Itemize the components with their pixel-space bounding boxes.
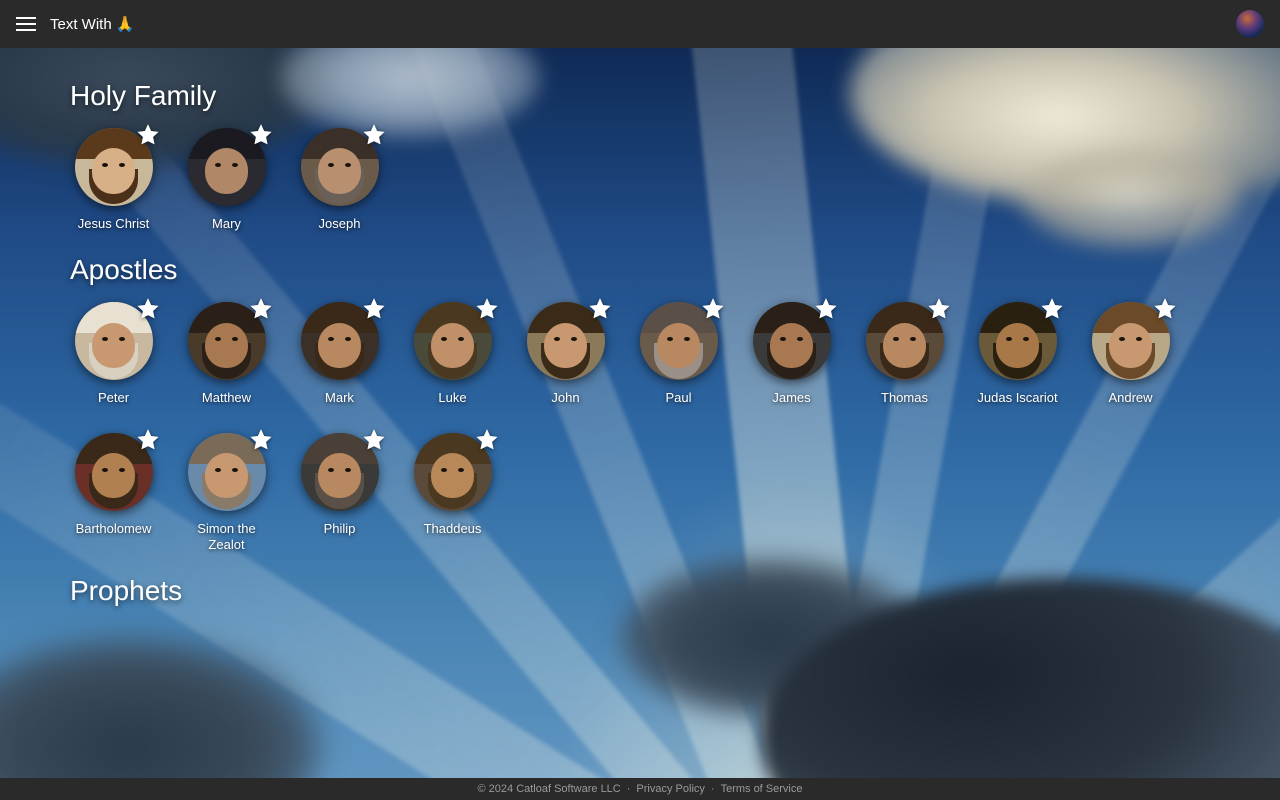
favorite-star-icon[interactable] bbox=[248, 296, 274, 322]
app-title-text: Text With bbox=[50, 16, 112, 33]
character-name: Jesus Christ bbox=[78, 216, 150, 232]
favorite-star-icon[interactable] bbox=[1039, 296, 1065, 322]
character-name: Thaddeus bbox=[424, 521, 482, 537]
favorite-star-icon[interactable] bbox=[587, 296, 613, 322]
character-card-andrew[interactable]: Andrew bbox=[1087, 302, 1174, 406]
avatar-wrap bbox=[414, 302, 492, 380]
character-name: Andrew bbox=[1108, 390, 1152, 406]
character-card-mark[interactable]: Mark bbox=[296, 302, 383, 406]
avatar-wrap bbox=[188, 128, 266, 206]
app-title: Text With 🙏 bbox=[50, 15, 134, 33]
avatar-wrap bbox=[640, 302, 718, 380]
character-name: Paul bbox=[665, 390, 691, 406]
character-name: Luke bbox=[438, 390, 466, 406]
section-title: Apostles bbox=[70, 254, 1256, 286]
section-prophets: Prophets bbox=[70, 575, 1256, 623]
favorite-star-icon[interactable] bbox=[474, 296, 500, 322]
avatar-wrap bbox=[414, 433, 492, 511]
section-title: Prophets bbox=[70, 575, 1256, 607]
avatar-wrap bbox=[188, 302, 266, 380]
character-card-jesus-christ[interactable]: Jesus Christ bbox=[70, 128, 157, 232]
avatar-wrap bbox=[753, 302, 831, 380]
favorite-star-icon[interactable] bbox=[135, 122, 161, 148]
top-bar-left: Text With 🙏 bbox=[16, 15, 134, 33]
favorite-star-icon[interactable] bbox=[700, 296, 726, 322]
character-name: Peter bbox=[98, 390, 129, 406]
character-name: Philip bbox=[324, 521, 356, 537]
character-name: James bbox=[772, 390, 810, 406]
favorite-star-icon[interactable] bbox=[813, 296, 839, 322]
character-card-joseph[interactable]: Joseph bbox=[296, 128, 383, 232]
avatar-wrap bbox=[866, 302, 944, 380]
avatar-wrap bbox=[75, 433, 153, 511]
profile-avatar[interactable] bbox=[1236, 10, 1264, 38]
character-card-peter[interactable]: Peter bbox=[70, 302, 157, 406]
character-grid: Jesus Christ Mary Joseph bbox=[70, 128, 1256, 232]
character-name: Mary bbox=[212, 216, 241, 232]
avatar-wrap bbox=[301, 128, 379, 206]
avatar-wrap bbox=[1092, 302, 1170, 380]
footer-separator: · bbox=[627, 783, 631, 795]
avatar-wrap bbox=[301, 302, 379, 380]
footer-link-terms[interactable]: Terms of Service bbox=[721, 783, 803, 795]
character-card-luke[interactable]: Luke bbox=[409, 302, 496, 406]
favorite-star-icon[interactable] bbox=[1152, 296, 1178, 322]
character-card-john[interactable]: John bbox=[522, 302, 609, 406]
avatar-wrap bbox=[527, 302, 605, 380]
favorite-star-icon[interactable] bbox=[135, 296, 161, 322]
character-name: Bartholomew bbox=[76, 521, 152, 537]
character-name: Joseph bbox=[319, 216, 361, 232]
favorite-star-icon[interactable] bbox=[135, 427, 161, 453]
section-holy-family: Holy Family Jesus Christ Mary Joseph bbox=[70, 80, 1256, 232]
main-content: Holy Family Jesus Christ Mary Joseph Apostle… bbox=[0, 48, 1280, 778]
footer-copyright: © 2024 Catloaf Software LLC bbox=[478, 783, 621, 795]
section-apostles: Apostles Peter Matthew Mark Luke John Paul Jame… bbox=[70, 254, 1256, 553]
avatar-wrap bbox=[75, 128, 153, 206]
character-name: Thomas bbox=[881, 390, 928, 406]
character-card-bartholomew[interactable]: Bartholomew bbox=[70, 433, 157, 554]
character-grid: Peter Matthew Mark Luke John Paul James Thomas J… bbox=[70, 302, 1256, 553]
character-name: Judas Iscariot bbox=[977, 390, 1057, 406]
character-name: Matthew bbox=[202, 390, 251, 406]
avatar-wrap bbox=[75, 302, 153, 380]
avatar-wrap bbox=[979, 302, 1057, 380]
favorite-star-icon[interactable] bbox=[361, 122, 387, 148]
favorite-star-icon[interactable] bbox=[361, 427, 387, 453]
character-card-philip[interactable]: Philip bbox=[296, 433, 383, 554]
favorite-star-icon[interactable] bbox=[361, 296, 387, 322]
pray-icon: 🙏 bbox=[116, 15, 135, 33]
favorite-star-icon[interactable] bbox=[248, 427, 274, 453]
top-bar: Text With 🙏 bbox=[0, 0, 1280, 48]
character-card-mary[interactable]: Mary bbox=[183, 128, 270, 232]
character-card-james[interactable]: James bbox=[748, 302, 835, 406]
footer: © 2024 Catloaf Software LLC · Privacy Po… bbox=[0, 778, 1280, 800]
favorite-star-icon[interactable] bbox=[248, 122, 274, 148]
favorite-star-icon[interactable] bbox=[474, 427, 500, 453]
character-card-judas-iscariot[interactable]: Judas Iscariot bbox=[974, 302, 1061, 406]
section-title: Holy Family bbox=[70, 80, 1256, 112]
character-name: Mark bbox=[325, 390, 354, 406]
avatar-wrap bbox=[188, 433, 266, 511]
footer-separator: · bbox=[711, 783, 715, 795]
menu-icon[interactable] bbox=[16, 17, 36, 31]
character-name: John bbox=[551, 390, 579, 406]
character-name: Simon the Zealot bbox=[183, 521, 270, 554]
character-card-simon-the-zealot[interactable]: Simon the Zealot bbox=[183, 433, 270, 554]
footer-link-privacy[interactable]: Privacy Policy bbox=[636, 783, 704, 795]
character-card-matthew[interactable]: Matthew bbox=[183, 302, 270, 406]
avatar-wrap bbox=[301, 433, 379, 511]
character-card-thaddeus[interactable]: Thaddeus bbox=[409, 433, 496, 554]
character-card-paul[interactable]: Paul bbox=[635, 302, 722, 406]
favorite-star-icon[interactable] bbox=[926, 296, 952, 322]
character-card-thomas[interactable]: Thomas bbox=[861, 302, 948, 406]
